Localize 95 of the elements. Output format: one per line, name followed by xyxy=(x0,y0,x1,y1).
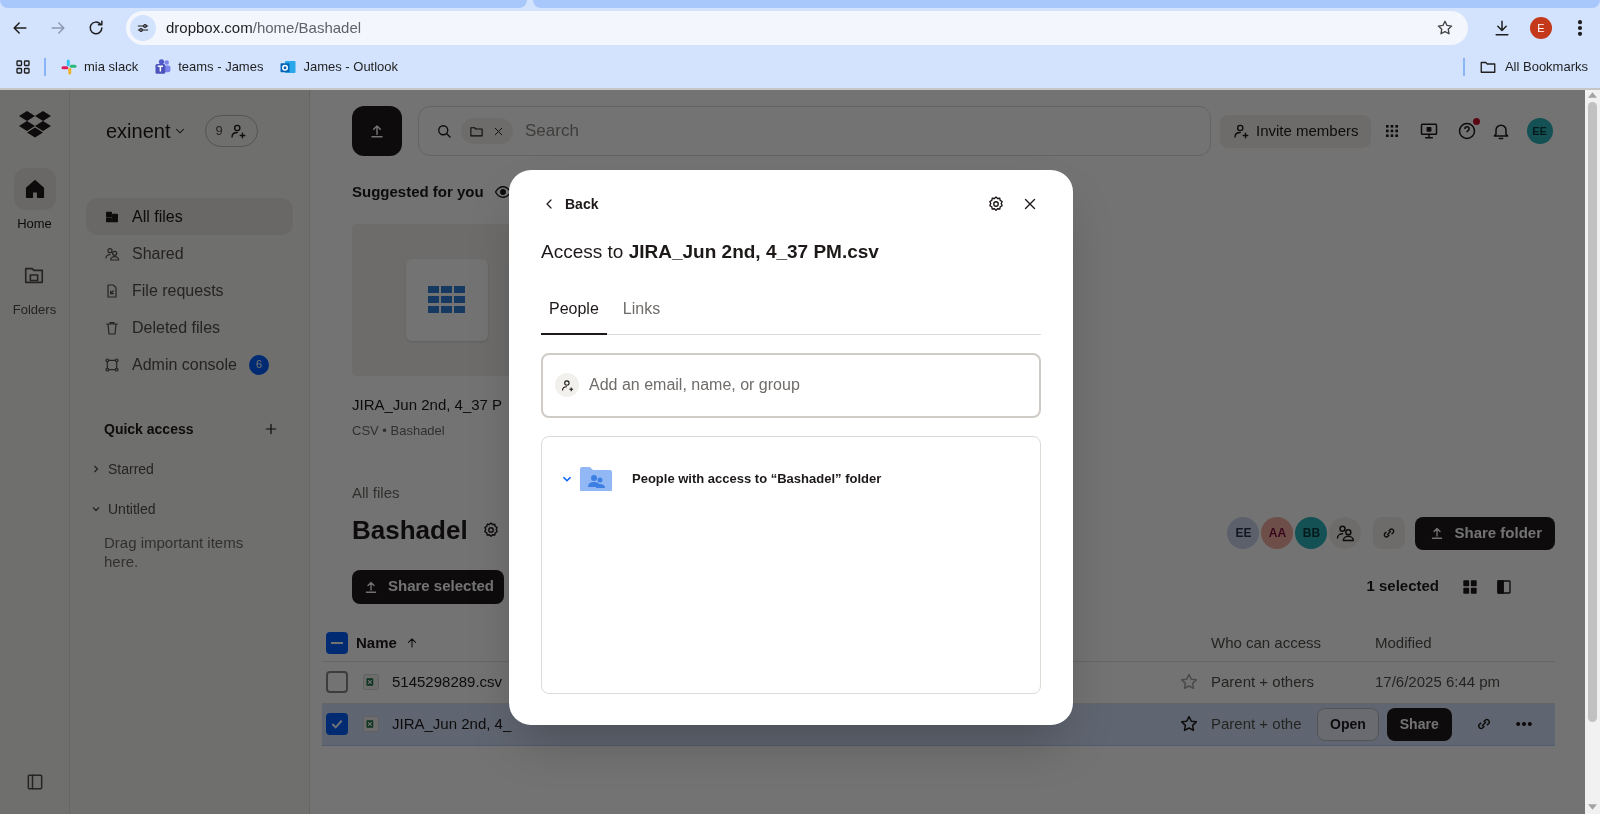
member-avatar[interactable]: EE xyxy=(1227,517,1260,549)
help-icon[interactable] xyxy=(1456,121,1477,141)
site-info-icon[interactable] xyxy=(130,15,156,41)
search-icon xyxy=(435,122,453,140)
plus-icon[interactable] xyxy=(263,421,279,437)
grid-view-icon[interactable] xyxy=(1461,577,1479,596)
search-field[interactable]: Search xyxy=(418,106,1211,156)
logo-icon[interactable] xyxy=(18,110,51,138)
spreadsheet-icon xyxy=(362,673,380,691)
add-people-field[interactable]: Add an email, name, or group xyxy=(541,352,1041,418)
slack-icon xyxy=(60,58,78,76)
bookmark[interactable]: teams - James xyxy=(154,57,264,77)
select-all-checkbox[interactable] xyxy=(326,632,348,654)
column-header[interactable]: Name xyxy=(356,631,419,655)
column-header[interactable]: Who can access xyxy=(1211,631,1375,655)
count-badge: 6 xyxy=(248,354,269,375)
person-add-icon xyxy=(555,373,579,397)
share-selected-button[interactable]: Share selected xyxy=(352,569,504,604)
minus-icon xyxy=(331,642,343,644)
file-meta: CSV • Bashadel xyxy=(352,421,446,440)
selection-count: 1 selected xyxy=(1366,576,1439,597)
rail-button[interactable] xyxy=(13,168,56,210)
input-placeholder: Add an email, name, or group xyxy=(589,375,800,395)
checkbox[interactable] xyxy=(326,713,348,735)
bookmark[interactable]: mia slack xyxy=(60,57,139,77)
member-avatar[interactable]: AA xyxy=(1261,517,1294,549)
person-add-icon xyxy=(228,122,247,140)
member-avatar[interactable]: BB xyxy=(1295,517,1328,549)
nav-item[interactable]: Shared xyxy=(86,235,293,272)
checkbox[interactable] xyxy=(326,671,348,693)
table-cell-text: 17/6/2025 6:44 pm xyxy=(1375,671,1502,692)
rail-label: Folders xyxy=(12,300,57,319)
people-icon xyxy=(104,245,120,262)
file-name[interactable]: 5145298289.csv xyxy=(392,670,503,694)
scrollbar-thumb[interactable] xyxy=(1588,102,1597,722)
section-heading: Quick access xyxy=(104,419,194,439)
access-group-row[interactable]: People with access to “Bashadel” folder xyxy=(560,462,1022,495)
home-icon xyxy=(23,178,46,200)
network-icon xyxy=(104,356,120,373)
profile-avatar[interactable]: E xyxy=(1530,17,1552,39)
file-name[interactable]: JIRA_Jun 2nd, 4_ xyxy=(392,712,512,736)
nav-item[interactable]: Admin console 6 xyxy=(86,346,293,383)
invite-members-button[interactable]: Invite members xyxy=(1220,114,1371,148)
address-bar[interactable]: dropbox.com/home/Bashadel xyxy=(126,11,1468,45)
scroll-up-icon[interactable] xyxy=(1588,92,1597,98)
download-icon[interactable] xyxy=(1492,18,1512,38)
collapsible-section[interactable]: Untitled xyxy=(86,497,293,521)
copy-link-button[interactable] xyxy=(1373,517,1406,549)
bookmark-star-icon[interactable] xyxy=(1436,19,1454,37)
scroll-down-icon[interactable] xyxy=(1588,804,1597,810)
rail-label: Home xyxy=(17,215,52,233)
folder-filter-chip[interactable] xyxy=(461,118,513,144)
nav-item[interactable]: Deleted files xyxy=(86,309,293,346)
shared-folder-icon xyxy=(580,464,612,493)
panel-icon[interactable] xyxy=(1495,577,1513,596)
outlook-icon xyxy=(279,58,298,76)
star-icon[interactable] xyxy=(1179,714,1199,734)
share-folder-button[interactable]: Share folder xyxy=(1415,516,1555,550)
nav-item[interactable]: File requests xyxy=(86,272,293,309)
team-switcher[interactable]: exinent xyxy=(106,116,187,146)
tab[interactable]: Links xyxy=(614,296,669,335)
upload-button[interactable] xyxy=(352,106,402,156)
url-text: dropbox.com/home/Bashadel xyxy=(166,17,362,38)
dialog-title: Access to JIRA_Jun 2nd, 4_37 PM.csv xyxy=(541,240,880,264)
collapsible-section[interactable]: Starred xyxy=(86,457,293,481)
empty-hint: Drag important items here. xyxy=(103,533,245,571)
nav-item[interactable]: All files xyxy=(86,198,293,235)
access-group-label: People with access to “Bashadel” folder xyxy=(632,469,882,488)
eye-icon[interactable] xyxy=(493,183,512,201)
all-bookmarks-button[interactable]: All Bookmarks xyxy=(1478,57,1588,77)
column-header[interactable]: Modified xyxy=(1375,631,1555,655)
bookmark[interactable]: James - Outlook xyxy=(279,57,399,77)
user-avatar[interactable]: EE xyxy=(1526,118,1553,144)
person-add-icon xyxy=(1232,122,1250,140)
back-button[interactable]: Back xyxy=(541,193,599,215)
table-cell-text: Parent + othe xyxy=(1211,713,1303,734)
folder-title: Bashadel xyxy=(352,513,468,547)
spreadsheet-icon xyxy=(362,715,380,733)
manage-access-button[interactable] xyxy=(1329,517,1362,549)
document-icon xyxy=(104,282,120,299)
table-cell-text: Parent + others xyxy=(1211,671,1315,692)
monitor-icon[interactable] xyxy=(1418,121,1439,141)
apps-icon[interactable] xyxy=(14,58,32,76)
breadcrumb-link[interactable]: All files xyxy=(352,482,500,505)
gear-icon[interactable] xyxy=(987,195,1005,213)
trash-icon xyxy=(104,319,120,336)
table-grid-icon xyxy=(428,286,466,314)
section-title: Suggested for you xyxy=(352,181,484,202)
tab[interactable]: People xyxy=(541,296,607,335)
share-button[interactable]: Share xyxy=(1386,707,1452,741)
search-placeholder: Search xyxy=(525,120,579,143)
people-icon xyxy=(1335,523,1356,543)
teams-icon xyxy=(154,58,173,76)
star-icon[interactable] xyxy=(1179,672,1199,692)
open-button[interactable]: Open xyxy=(1317,707,1379,741)
